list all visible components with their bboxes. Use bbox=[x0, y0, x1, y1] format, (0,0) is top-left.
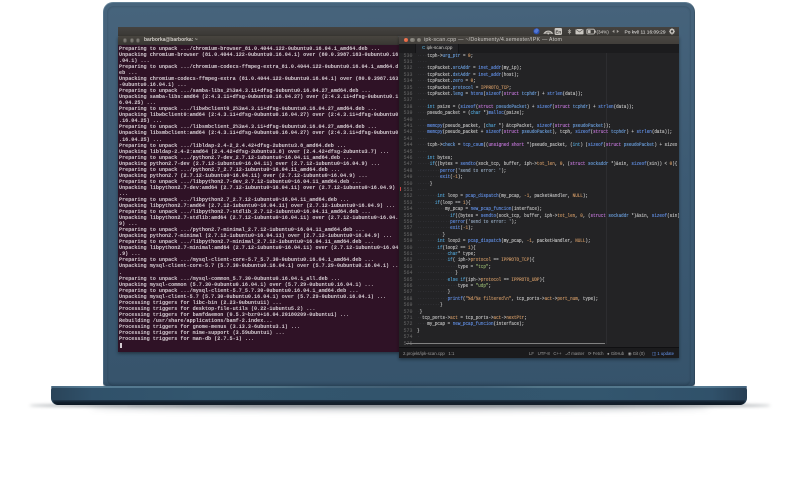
svg-text:En: En bbox=[555, 30, 561, 35]
svg-text:(34%): (34%) bbox=[597, 29, 610, 34]
svg-text:Po kvě 11 16:09:29: Po kvě 11 16:09:29 bbox=[625, 29, 666, 35]
